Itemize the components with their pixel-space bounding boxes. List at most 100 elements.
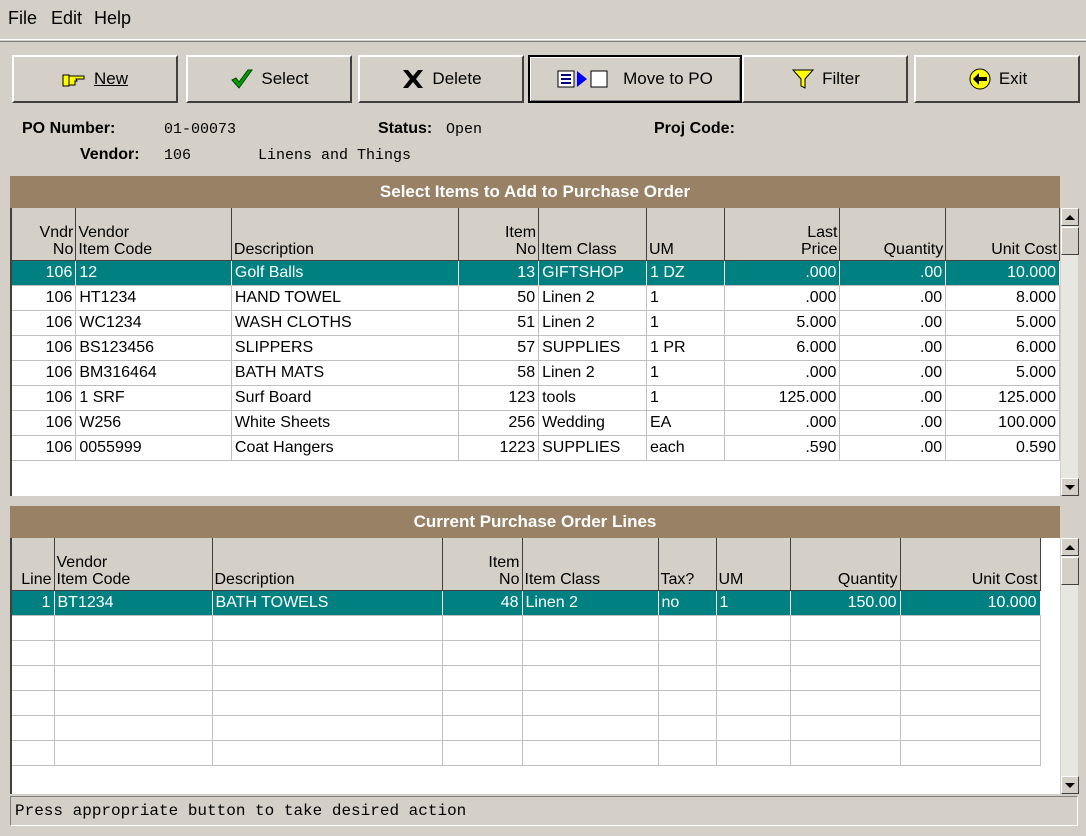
empty-cell[interactable] <box>790 715 901 741</box>
col-vendor-item-code[interactable]: Vendor Item Code <box>54 538 213 591</box>
empty-cell[interactable] <box>522 640 659 666</box>
cell-qty[interactable]: .00 <box>839 260 947 286</box>
empty-cell[interactable] <box>54 615 213 641</box>
cell-last[interactable]: .590 <box>724 435 841 461</box>
empty-cell[interactable] <box>442 615 523 641</box>
col-um[interactable]: UM <box>646 208 725 261</box>
cell-code[interactable]: HT1234 <box>75 285 232 311</box>
empty-cell[interactable] <box>54 665 213 691</box>
cell-qty[interactable]: .00 <box>839 385 947 411</box>
empty-row[interactable] <box>12 740 1041 766</box>
scroll-thumb[interactable] <box>1061 557 1079 585</box>
empty-row[interactable] <box>12 715 1041 741</box>
empty-cell[interactable] <box>12 740 55 766</box>
table-row[interactable]: 106 W256 White Sheets 256 Wedding EA .000.00 10… <box>12 410 1060 436</box>
empty-cell[interactable] <box>54 740 213 766</box>
empty-cell[interactable] <box>12 665 55 691</box>
col-unit-cost[interactable]: Unit Cost <box>945 208 1060 261</box>
empty-cell[interactable] <box>658 740 717 766</box>
empty-cell[interactable] <box>716 715 791 741</box>
po-lines-scrollbar[interactable] <box>1060 538 1079 794</box>
col-quantity[interactable]: Quantity <box>839 208 947 261</box>
cell-um[interactable]: 1 <box>716 590 791 616</box>
cell-last[interactable]: 125.000 <box>724 385 841 411</box>
exit-button[interactable]: Exit <box>914 55 1080 103</box>
cell-um[interactable]: EA <box>646 410 725 436</box>
empty-cell[interactable] <box>716 665 791 691</box>
empty-cell[interactable] <box>900 740 1041 766</box>
cell-code[interactable]: 1 SRF <box>75 385 232 411</box>
cell-cost[interactable]: 100.000 <box>945 410 1060 436</box>
cell-code[interactable]: 12 <box>75 260 232 286</box>
cell-item[interactable]: 256 <box>458 410 540 436</box>
empty-cell[interactable] <box>212 615 443 641</box>
cell-cost[interactable]: 10.000 <box>900 590 1041 616</box>
empty-cell[interactable] <box>12 640 55 666</box>
scroll-down-button[interactable] <box>1061 478 1079 496</box>
cell-cls[interactable]: Wedding <box>538 410 647 436</box>
cell-vndr[interactable]: 106 <box>12 410 77 436</box>
empty-row[interactable] <box>12 665 1041 691</box>
empty-cell[interactable] <box>212 740 443 766</box>
cell-vndr[interactable]: 106 <box>12 260 77 286</box>
empty-cell[interactable] <box>442 665 523 691</box>
cell-um[interactable]: 1 <box>646 360 725 386</box>
col-vndr-no[interactable]: Vndr No <box>12 208 77 261</box>
col-item-no[interactable]: Item No <box>442 538 523 591</box>
cell-item[interactable]: 1223 <box>458 435 540 461</box>
col-unit-cost[interactable]: Unit Cost <box>900 538 1041 591</box>
select-button[interactable]: Select <box>186 55 352 103</box>
empty-cell[interactable] <box>12 615 55 641</box>
filter-button[interactable]: Filter <box>742 55 908 103</box>
cell-vndr[interactable]: 106 <box>12 335 77 361</box>
empty-cell[interactable] <box>12 715 55 741</box>
table-row[interactable]: 106 0055999 Coat Hangers 1223 SUPPLIES each .5… <box>12 435 1060 461</box>
cell-last[interactable]: 6.000 <box>724 335 841 361</box>
cell-desc[interactable]: BATH TOWELS <box>212 590 443 616</box>
cell-desc[interactable]: Surf Board <box>231 385 460 411</box>
scroll-up-button[interactable] <box>1061 538 1079 556</box>
empty-cell[interactable] <box>900 665 1041 691</box>
empty-cell[interactable] <box>212 690 443 716</box>
cell-cls[interactable]: SUPPLIES <box>538 335 647 361</box>
col-description[interactable]: Description <box>231 208 460 261</box>
cell-code[interactable]: 0055999 <box>75 435 232 461</box>
table-row[interactable]: 106 12 Golf Balls 13 GIFTSHOP 1 DZ .000.00 10.0… <box>12 260 1060 286</box>
cell-item[interactable]: 13 <box>458 260 540 286</box>
cell-qty[interactable]: .00 <box>839 285 947 311</box>
empty-cell[interactable] <box>522 690 659 716</box>
empty-cell[interactable] <box>212 640 443 666</box>
scroll-thumb[interactable] <box>1061 227 1079 255</box>
cell-um[interactable]: 1 PR <box>646 335 725 361</box>
delete-button[interactable]: Delete <box>358 55 524 103</box>
cell-item[interactable]: 58 <box>458 360 540 386</box>
cell-um[interactable]: 1 <box>646 385 725 411</box>
empty-cell[interactable] <box>442 690 523 716</box>
col-vendor-item-code[interactable]: Vendor Item Code <box>75 208 232 261</box>
empty-row[interactable] <box>12 615 1041 641</box>
move-to-po-button[interactable]: Move to PO <box>528 55 742 103</box>
cell-um[interactable]: each <box>646 435 725 461</box>
col-quantity[interactable]: Quantity <box>790 538 901 591</box>
cell-cls[interactable]: Linen 2 <box>538 310 647 336</box>
col-item-no[interactable]: Item No <box>458 208 540 261</box>
cell-cost[interactable]: 6.000 <box>945 335 1060 361</box>
cell-item[interactable]: 48 <box>442 590 523 616</box>
cell-cls[interactable]: GIFTSHOP <box>538 260 647 286</box>
empty-cell[interactable] <box>522 615 659 641</box>
new-button[interactable]: New <box>12 55 178 103</box>
cell-um[interactable]: 1 <box>646 285 725 311</box>
cell-cls[interactable]: SUPPLIES <box>538 435 647 461</box>
cell-cost[interactable]: 125.000 <box>945 385 1060 411</box>
scroll-up-button[interactable] <box>1061 208 1079 226</box>
empty-cell[interactable] <box>658 665 717 691</box>
cell-cls[interactable]: tools <box>538 385 647 411</box>
cell-vndr[interactable]: 106 <box>12 360 77 386</box>
cell-qty[interactable]: 150.00 <box>790 590 901 616</box>
empty-cell[interactable] <box>442 640 523 666</box>
cell-last[interactable]: .000 <box>724 285 841 311</box>
table-row[interactable]: 1 BT1234 BATH TOWELS 48 Linen 2 no 1 150.00 10.0… <box>12 590 1041 616</box>
empty-cell[interactable] <box>900 615 1041 641</box>
cell-qty[interactable]: .00 <box>839 360 947 386</box>
cell-cost[interactable]: 0.590 <box>945 435 1060 461</box>
